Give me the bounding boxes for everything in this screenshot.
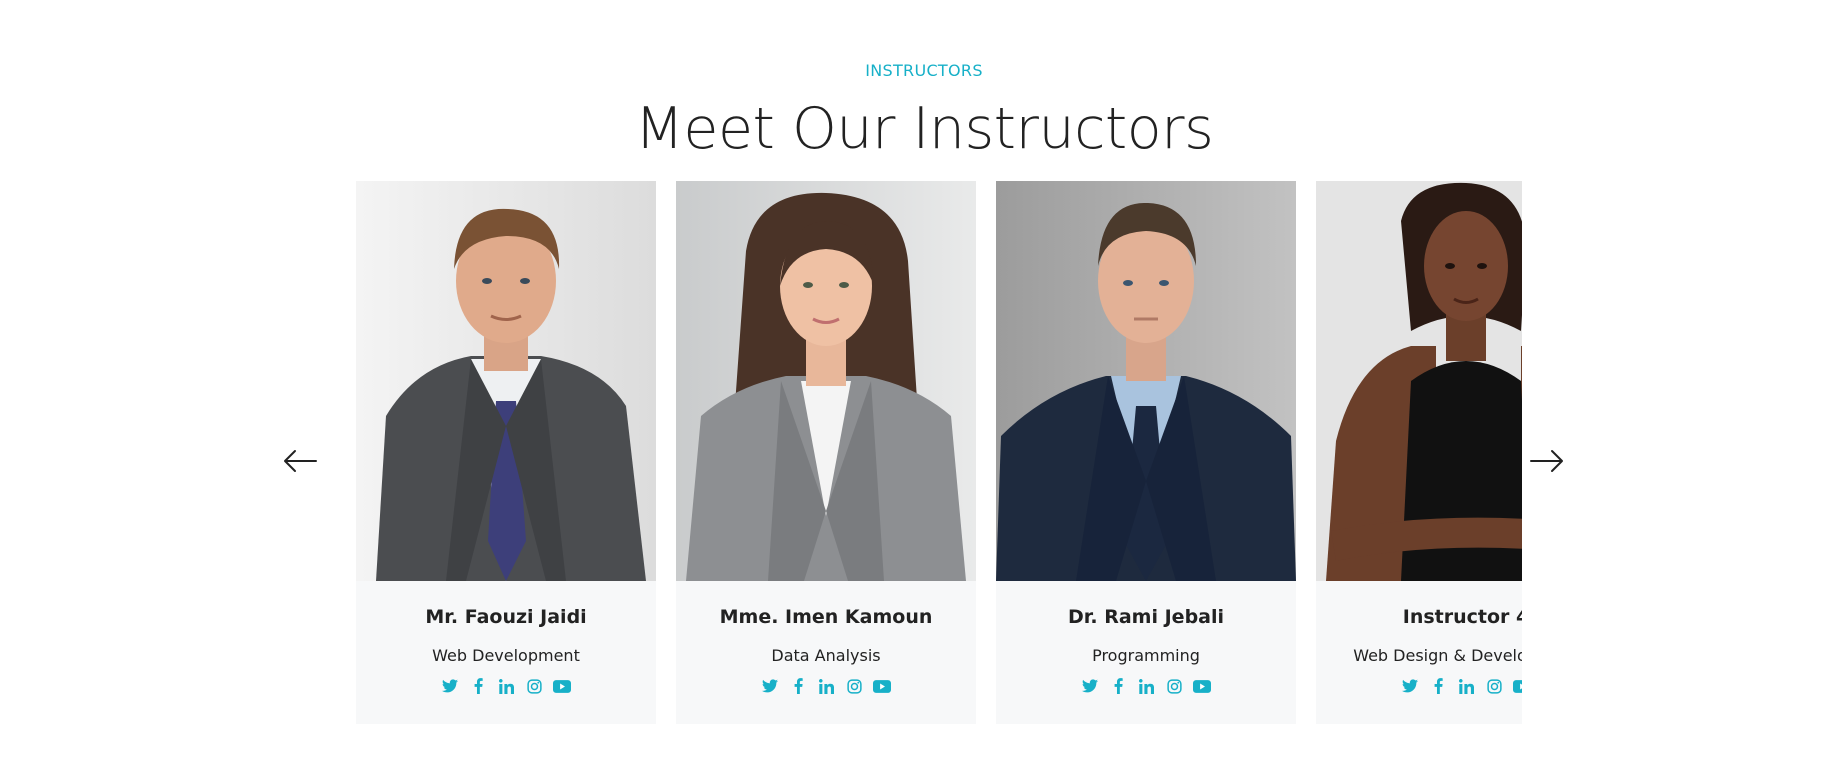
instructor-card[interactable]: Mme. Imen Kamoun Data Analysis bbox=[676, 181, 976, 724]
carousel-next-button[interactable] bbox=[1527, 441, 1567, 481]
instagram-icon[interactable] bbox=[845, 677, 863, 695]
social-links bbox=[356, 677, 656, 695]
twitter-icon[interactable] bbox=[1401, 677, 1419, 695]
facebook-icon[interactable] bbox=[789, 677, 807, 695]
instructor-role: Programming bbox=[1092, 646, 1200, 665]
instagram-icon[interactable] bbox=[1165, 677, 1183, 695]
facebook-icon[interactable] bbox=[1429, 677, 1447, 695]
instructor-photo bbox=[676, 181, 976, 581]
section-tag: INSTRUCTORS bbox=[865, 61, 983, 80]
instructor-name: Dr. Rami Jebali bbox=[1067, 606, 1225, 628]
instructor-card[interactable]: Dr. Rami Jebali Programming bbox=[996, 181, 1296, 724]
social-links bbox=[996, 677, 1296, 695]
instructor-photo bbox=[356, 181, 656, 581]
instructor-carousel[interactable]: Mr. Faouzi Jaidi Web Development Mme. Im… bbox=[356, 181, 1522, 724]
youtube-icon[interactable] bbox=[1513, 677, 1522, 695]
instructor-photo bbox=[996, 181, 1296, 581]
instructor-role: Web Development bbox=[432, 646, 580, 665]
instagram-icon[interactable] bbox=[525, 677, 543, 695]
instructor-card[interactable]: Instructor 4 Web Design & Development bbox=[1316, 181, 1522, 724]
instructor-role: Web Design & Development bbox=[1353, 646, 1522, 665]
twitter-icon[interactable] bbox=[441, 677, 459, 695]
social-links bbox=[676, 677, 976, 695]
instructor-card[interactable]: Mr. Faouzi Jaidi Web Development bbox=[356, 181, 656, 724]
facebook-icon[interactable] bbox=[469, 677, 487, 695]
twitter-icon[interactable] bbox=[1081, 677, 1099, 695]
instructor-name: Mr. Faouzi Jaidi bbox=[425, 606, 587, 628]
linkedin-icon[interactable] bbox=[817, 677, 835, 695]
social-links bbox=[1316, 677, 1522, 695]
section-title: Meet Our Instructors bbox=[634, 96, 1214, 162]
carousel-prev-button[interactable] bbox=[280, 441, 320, 481]
youtube-icon[interactable] bbox=[553, 677, 571, 695]
instructor-photo bbox=[1316, 181, 1522, 581]
linkedin-icon[interactable] bbox=[497, 677, 515, 695]
instructor-name: Instructor 4 bbox=[1402, 606, 1522, 628]
youtube-icon[interactable] bbox=[873, 677, 891, 695]
linkedin-icon[interactable] bbox=[1137, 677, 1155, 695]
instructor-role: Data Analysis bbox=[771, 646, 881, 665]
arrow-left-icon bbox=[284, 450, 317, 472]
instagram-icon[interactable] bbox=[1485, 677, 1503, 695]
youtube-icon[interactable] bbox=[1193, 677, 1211, 695]
instructor-name: Mme. Imen Kamoun bbox=[719, 606, 933, 628]
linkedin-icon[interactable] bbox=[1457, 677, 1475, 695]
twitter-icon[interactable] bbox=[761, 677, 779, 695]
facebook-icon[interactable] bbox=[1109, 677, 1127, 695]
arrow-right-icon bbox=[1530, 450, 1563, 472]
